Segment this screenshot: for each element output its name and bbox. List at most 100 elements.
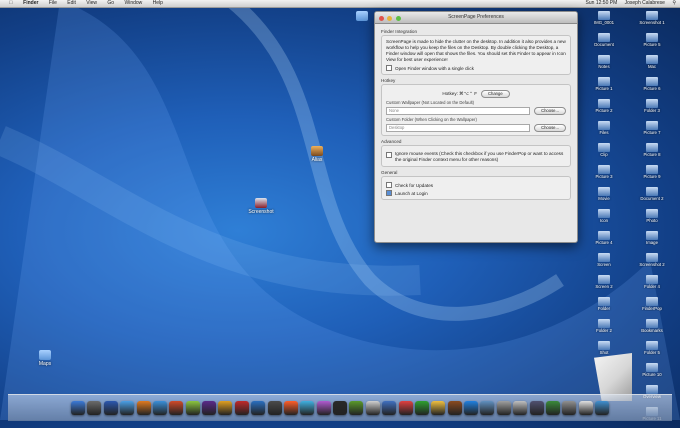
desktop-file-item[interactable]: Picture 3 <box>580 165 628 186</box>
close-button[interactable] <box>379 16 384 21</box>
dock-app-icon[interactable] <box>398 401 413 415</box>
menu-edit[interactable]: Edit <box>67 0 76 7</box>
menu-go[interactable]: Go <box>107 0 114 7</box>
desktop-file-item[interactable]: Icon <box>580 209 628 230</box>
desktop-icon-maps[interactable]: Maps <box>24 350 66 367</box>
dock-app-icon[interactable] <box>513 401 528 415</box>
desktop-icon-screenshot[interactable]: Screenshot <box>240 198 282 215</box>
menu-file[interactable]: File <box>49 0 57 7</box>
dock-app-icon[interactable] <box>349 401 364 415</box>
dock-app-icon[interactable] <box>316 401 331 415</box>
desktop-file-item[interactable]: Photo <box>628 209 676 230</box>
dock-app-icon[interactable] <box>545 401 560 415</box>
desktop-file-item[interactable]: Screen <box>580 253 628 274</box>
dock-app-icon[interactable] <box>202 401 216 415</box>
menu-view[interactable]: View <box>86 0 97 7</box>
finder-integration-box: ScreenPage is made to hide the clutter o… <box>381 35 571 75</box>
file-icon <box>598 341 610 350</box>
desktop-file-item[interactable]: Folder 5 <box>628 341 676 362</box>
dock-app-icon[interactable] <box>431 401 446 415</box>
custom-wallpaper-field[interactable]: None <box>386 107 531 115</box>
dock-app-icon[interactable] <box>71 401 85 415</box>
desktop-file-item[interactable]: Picture 7 <box>628 121 676 142</box>
desktop-file-item[interactable]: IMG_0001 <box>580 11 628 32</box>
desktop-file-item[interactable]: Picture 6 <box>628 77 676 98</box>
dock-app-icon[interactable] <box>562 401 577 415</box>
desktop-file-item[interactable]: Picture 2 <box>580 99 628 120</box>
desktop-file-item[interactable]: Mac <box>628 55 676 76</box>
dock-app-icon[interactable] <box>496 401 511 415</box>
minimize-button[interactable] <box>387 16 393 21</box>
dock-app-icon[interactable] <box>136 401 151 415</box>
desktop-file-item[interactable]: Folder 2 <box>580 319 628 340</box>
dock-app-icon[interactable] <box>300 401 315 415</box>
dock-app-icon[interactable] <box>87 401 102 415</box>
launch-login-checkbox[interactable] <box>386 190 392 196</box>
desktop-file-item[interactable]: Document <box>580 33 628 54</box>
desktop-file-item[interactable]: Folder 3 <box>628 99 676 120</box>
desktop-file-item[interactable]: Picture 1 <box>580 77 628 98</box>
dock-app-icon[interactable] <box>333 401 347 415</box>
desktop-file-item[interactable]: Screenshot 1 <box>628 11 676 32</box>
choose-wallpaper-button[interactable]: Choose... <box>534 107 566 115</box>
desktop-file-item[interactable]: FinderPop <box>628 297 676 318</box>
dock-app-icon[interactable] <box>267 401 282 415</box>
desktop-file-item[interactable]: Bookmarks <box>628 319 676 340</box>
file-label: Image <box>646 240 658 245</box>
file-icon <box>646 33 658 42</box>
desktop-file-item[interactable]: Picture 10 <box>628 363 676 384</box>
dock-app-icon[interactable] <box>120 401 135 415</box>
desktop-file-item[interactable]: Folder <box>580 297 628 318</box>
window-titlebar[interactable]: ScreenPage Preferences <box>375 12 577 24</box>
desktop-file-item[interactable]: Folder 4 <box>628 275 676 296</box>
dock-app-icon[interactable] <box>103 401 118 415</box>
dock-app-icon[interactable] <box>365 401 380 415</box>
file-label: Document <box>594 42 614 47</box>
desktop-file-item[interactable]: Image <box>628 231 676 252</box>
desktop-file-item[interactable]: Files <box>580 121 628 142</box>
desktop-file-item[interactable]: Clip <box>580 143 628 164</box>
desktop-file-item[interactable]: Screen 2 <box>580 275 628 296</box>
desktop-file-item[interactable]: Picture 4 <box>580 231 628 252</box>
file-icon <box>646 165 658 174</box>
desktop-file-item[interactable]: Picture 5 <box>628 33 676 54</box>
menubar-clock[interactable]: Sun 12:50 PM <box>586 0 618 7</box>
desktop-file-item[interactable]: Screenshot 2 <box>628 253 676 274</box>
dock-app-icon[interactable] <box>464 401 478 415</box>
desktop-icon-folder-top[interactable] <box>352 11 372 21</box>
dock-app-icon[interactable] <box>382 401 397 415</box>
choose-folder-button[interactable]: Choose... <box>534 124 566 132</box>
dock-app-icon[interactable] <box>185 401 200 415</box>
menubar-user[interactable]: Joseph Calabrese <box>625 0 665 7</box>
dock-app-icon[interactable] <box>152 401 167 415</box>
desktop-icon-alias[interactable]: Alias <box>296 146 338 163</box>
desktop-file-item[interactable]: Picture 8 <box>628 143 676 164</box>
dock-app-icon[interactable] <box>283 401 298 415</box>
menu-help[interactable]: Help <box>153 0 163 7</box>
menu-window[interactable]: Window <box>124 0 142 7</box>
check-updates-checkbox[interactable] <box>386 182 392 188</box>
dock-app-icon[interactable] <box>480 401 495 415</box>
spotlight-icon[interactable]: ⚲ <box>672 0 676 7</box>
desktop-file-item[interactable]: Picture 9 <box>628 165 676 186</box>
dock-app-icon[interactable] <box>251 401 266 415</box>
dock-app-icon[interactable] <box>529 401 544 415</box>
desktop-file-item[interactable]: Notes <box>580 55 628 76</box>
menu-app[interactable]: Finder <box>23 0 38 7</box>
dock-app-icon[interactable] <box>414 401 429 415</box>
single-click-checkbox[interactable] <box>386 65 392 71</box>
change-hotkey-button[interactable]: Change <box>481 90 510 98</box>
dock-app-icon[interactable] <box>578 401 593 415</box>
dock-app-icon[interactable] <box>595 401 609 415</box>
custom-folder-field[interactable]: Desktop <box>386 124 531 132</box>
dock-app-icon[interactable] <box>169 401 184 415</box>
desktop-file-item[interactable]: Document 2 <box>628 187 676 208</box>
ignore-mouse-checkbox[interactable] <box>386 152 392 158</box>
dock-app-icon[interactable] <box>447 401 462 415</box>
desktop-file-item[interactable]: Movie <box>580 187 628 208</box>
dock-app-icon[interactable] <box>218 401 233 415</box>
dock-app-icon[interactable] <box>234 401 249 415</box>
zoom-button[interactable] <box>395 16 401 21</box>
screenshot-icon <box>255 198 267 208</box>
apple-menu-icon[interactable]:  <box>9 0 13 7</box>
